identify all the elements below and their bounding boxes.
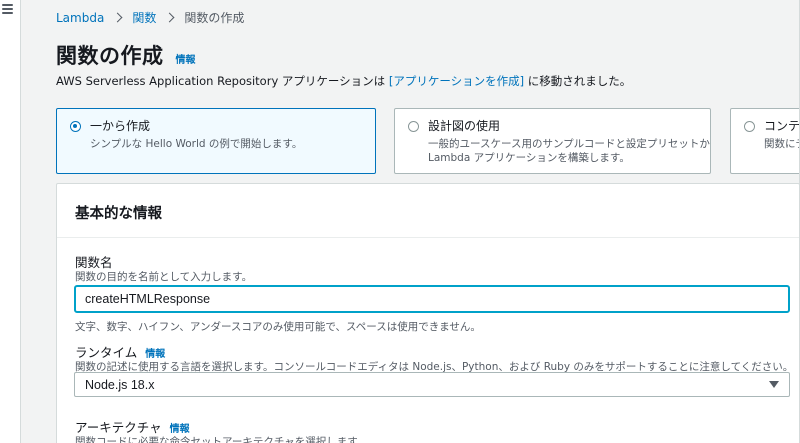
sar-notice: AWS Serverless Application Repository アプ… [56,73,631,89]
option-title: 一から作成 [90,119,151,133]
runtime-selected-value: Node.js 18.x [85,377,155,392]
radio-use-blueprint[interactable] [408,121,419,132]
breadcrumb: Lambda 関数 関数の作成 [56,9,244,26]
app-window: Lambda 関数 関数の作成 関数の作成 情報 AWS Serverless … [0,0,800,443]
function-name-description: 関数の目的を名前として入力します。 [75,271,253,283]
side-navigation-rail [0,0,21,443]
page-title: 関数の作成 [56,44,164,68]
option-description: シンプルな Hello World の例で開始します。 [90,138,303,150]
architecture-info-link[interactable]: 情報 [170,420,190,435]
hamburger-menu-icon[interactable] [2,4,13,14]
option-description: 関数にデ [764,138,800,150]
option-title: コンテナ [764,119,800,133]
main-content: Lambda 関数 関数の作成 関数の作成 情報 AWS Serverless … [21,0,800,443]
chevron-right-icon [111,12,125,24]
option-use-blueprint[interactable]: 設計図の使用 一般的ユースケース用のサンプルコードと設定プリセットから Lamb… [394,108,711,174]
breadcrumb-functions-link[interactable]: 関数 [132,9,156,26]
option-container-image[interactable]: コンテナ 関数にデ [730,108,800,174]
option-title: 設計図の使用 [428,119,501,133]
notice-suffix: に移動されました。 [524,74,632,88]
title-row: 関数の作成 情報 [56,40,196,70]
architecture-description: 関数コードに必要な命令セットアーキテクチャを選択します。 [75,436,368,443]
radio-container-image[interactable] [744,121,755,132]
breadcrumb-current: 関数の作成 [184,11,245,25]
chevron-right-icon [163,12,177,24]
function-name-constraint: 文字、数字、ハイフン、アンダースコアのみ使用可能で、スペースは使用できません。 [75,321,481,333]
notice-prefix: AWS Serverless Application Repository アプ… [56,74,389,88]
caret-down-icon [769,381,779,388]
function-name-input[interactable] [74,285,790,313]
basic-info-panel: 基本的な情報 関数名 関数の目的を名前として入力します。 文字、数字、ハイフン、… [56,183,800,443]
breadcrumb-lambda-link[interactable]: Lambda [56,11,104,25]
runtime-info-link[interactable]: 情報 [145,345,165,360]
create-application-link[interactable]: [アプリケーションを作成] [389,74,524,88]
runtime-select[interactable]: Node.js 18.x [74,372,790,397]
option-description-line: 一般的ユースケース用のサンプルコードと設定プリセットから [428,138,711,150]
radio-author-from-scratch[interactable] [70,121,81,132]
page-info-link[interactable]: 情報 [176,51,196,66]
option-author-from-scratch[interactable]: 一から作成 シンプルな Hello World の例で開始します。 [56,108,376,174]
panel-title: 基本的な情報 [75,206,162,222]
option-description: 一般的ユースケース用のサンプルコードと設定プリセットから Lambda アプリケ… [428,137,711,165]
panel-header: 基本的な情報 [57,184,799,238]
option-description-line: Lambda アプリケーションを構築します。 [428,152,630,164]
